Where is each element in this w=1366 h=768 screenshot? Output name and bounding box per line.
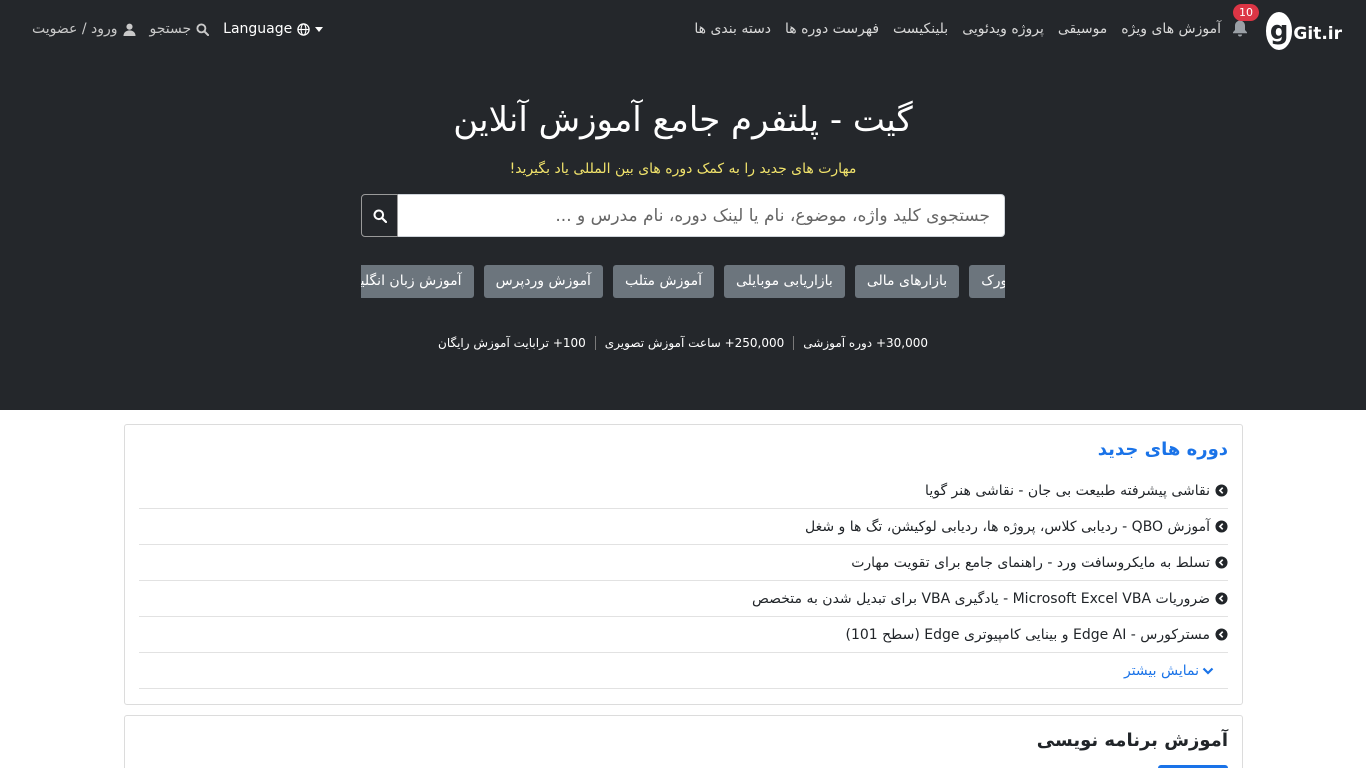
logo-mark: g <box>1266 12 1293 50</box>
stat-hours: 250,000+ ساعت آموزش تصویری <box>604 336 785 350</box>
nav-item-music[interactable]: موسیقی <box>1058 19 1107 39</box>
tag-solidworks[interactable]: آموزش سالیدورک <box>969 265 1005 298</box>
auth-label: ورود / عضویت <box>32 21 118 37</box>
programming-card: آموزش برنامه نویسی <box>124 715 1243 768</box>
list-item[interactable]: آموزش QBO - ردیابی کلاس، پروژه ها، ردیاب… <box>139 509 1228 545</box>
stat-divider <box>793 336 795 350</box>
bell-icon[interactable] <box>1232 19 1250 39</box>
search-icon <box>196 22 210 36</box>
show-more-label: نمایش بیشتر <box>1123 662 1199 679</box>
list-item[interactable]: ضروریات Microsoft Excel VBA - یادگیری VB… <box>139 581 1228 617</box>
stat-divider <box>594 336 596 350</box>
search-icon <box>373 209 387 223</box>
site-stats: 30,000+ دوره آموزشی 250,000+ ساعت آموزش … <box>0 334 1366 352</box>
logo-text: Git.ir <box>1293 24 1342 44</box>
nav-item-categories[interactable]: دسته بندی ها <box>694 19 771 39</box>
search-bar <box>361 194 1005 237</box>
language-dropdown[interactable]: Language <box>223 19 325 39</box>
chevron-down-icon <box>1202 667 1214 675</box>
user-nav: ورود / عضویت جستجو Language <box>32 19 325 39</box>
course-title: مسترکورس - Edge AI و بینایی کامپیوتری Ed… <box>845 626 1210 643</box>
chevron-circle-left-icon <box>1215 592 1228 605</box>
nav-item-special-courses[interactable]: آموزش های ویژه <box>1121 19 1221 39</box>
tag-financial-markets[interactable]: بازارهای مالی <box>854 265 960 298</box>
hero-title: گیت - پلتفرم جامع آموزش آنلاین <box>453 100 913 140</box>
programming-title[interactable]: آموزش برنامه نویسی <box>1037 728 1228 754</box>
list-item[interactable]: نقاشی پیشرفته طبیعت بی جان - نقاشی هنر گ… <box>139 473 1228 509</box>
user-icon <box>122 23 136 36</box>
globe-icon <box>297 22 310 36</box>
new-courses-title[interactable]: دوره های جدید <box>1098 437 1228 463</box>
notification-badge: 10 <box>1233 4 1259 21</box>
show-more-link[interactable]: نمایش بیشتر <box>139 653 1228 689</box>
tag-wordpress[interactable]: آموزش وردپرس <box>483 265 603 298</box>
course-title: تسلط به مایکروسافت ورد - راهنمای جامع بر… <box>851 554 1210 571</box>
nav-item-video-project[interactable]: پروژه ویدئویی <box>962 19 1044 39</box>
popular-tags: آموزش زبان انگلیسی آموزش وردپرس آموزش مت… <box>361 265 1005 298</box>
new-courses-list: نقاشی پیشرفته طبیعت بی جان - نقاشی هنر گ… <box>139 473 1228 689</box>
course-title: ضروریات Microsoft Excel VBA - یادگیری VB… <box>751 590 1210 607</box>
search-button[interactable] <box>361 194 398 237</box>
chevron-circle-left-icon <box>1215 484 1228 497</box>
list-item[interactable]: مسترکورس - Edge AI و بینایی کامپیوتری Ed… <box>139 617 1228 653</box>
hero-subtitle: مهارت های جدید را به کمک دوره های بین ال… <box>509 161 857 177</box>
hero-section: g Git.ir 10 دسته بندی ها فهرست دوره ها ب… <box>0 0 1366 410</box>
nav-item-course-list[interactable]: فهرست دوره ها <box>785 19 879 39</box>
login-register-link[interactable]: ورود / عضویت <box>32 19 136 39</box>
nav-item-blinkist[interactable]: بلینکیست <box>893 19 948 39</box>
new-courses-card: دوره های جدید نقاشی پیشرفته طبیعت بی جان… <box>124 424 1243 705</box>
search-link-label: جستجو <box>149 21 192 37</box>
tag-mobile-marketing[interactable]: بازاریابی موبایلی <box>723 265 845 298</box>
chevron-circle-left-icon <box>1215 556 1228 569</box>
course-title: آموزش QBO - ردیابی کلاس، پروژه ها، ردیاب… <box>804 518 1210 535</box>
tag-english[interactable]: آموزش زبان انگلیسی <box>361 265 474 298</box>
site-logo[interactable]: g Git.ir <box>1266 11 1342 51</box>
chevron-circle-left-icon <box>1215 628 1228 641</box>
course-title: نقاشی پیشرفته طبیعت بی جان - نقاشی هنر گ… <box>925 482 1210 499</box>
stat-terabytes: 100+ ترابایت آموزش رایگان <box>438 336 586 350</box>
stat-courses: 30,000+ دوره آموزشی <box>803 336 928 350</box>
language-label: Language <box>223 21 293 37</box>
search-input[interactable] <box>398 194 1005 237</box>
caret-down-icon <box>315 26 324 32</box>
tag-matlab[interactable]: آموزش متلب <box>612 265 714 298</box>
search-link[interactable]: جستجو <box>150 19 210 39</box>
chevron-circle-left-icon <box>1215 520 1228 533</box>
list-item[interactable]: تسلط به مایکروسافت ورد - راهنمای جامع بر… <box>139 545 1228 581</box>
main-nav: دسته بندی ها فهرست دوره ها بلینکیست پروژ… <box>694 19 1221 39</box>
